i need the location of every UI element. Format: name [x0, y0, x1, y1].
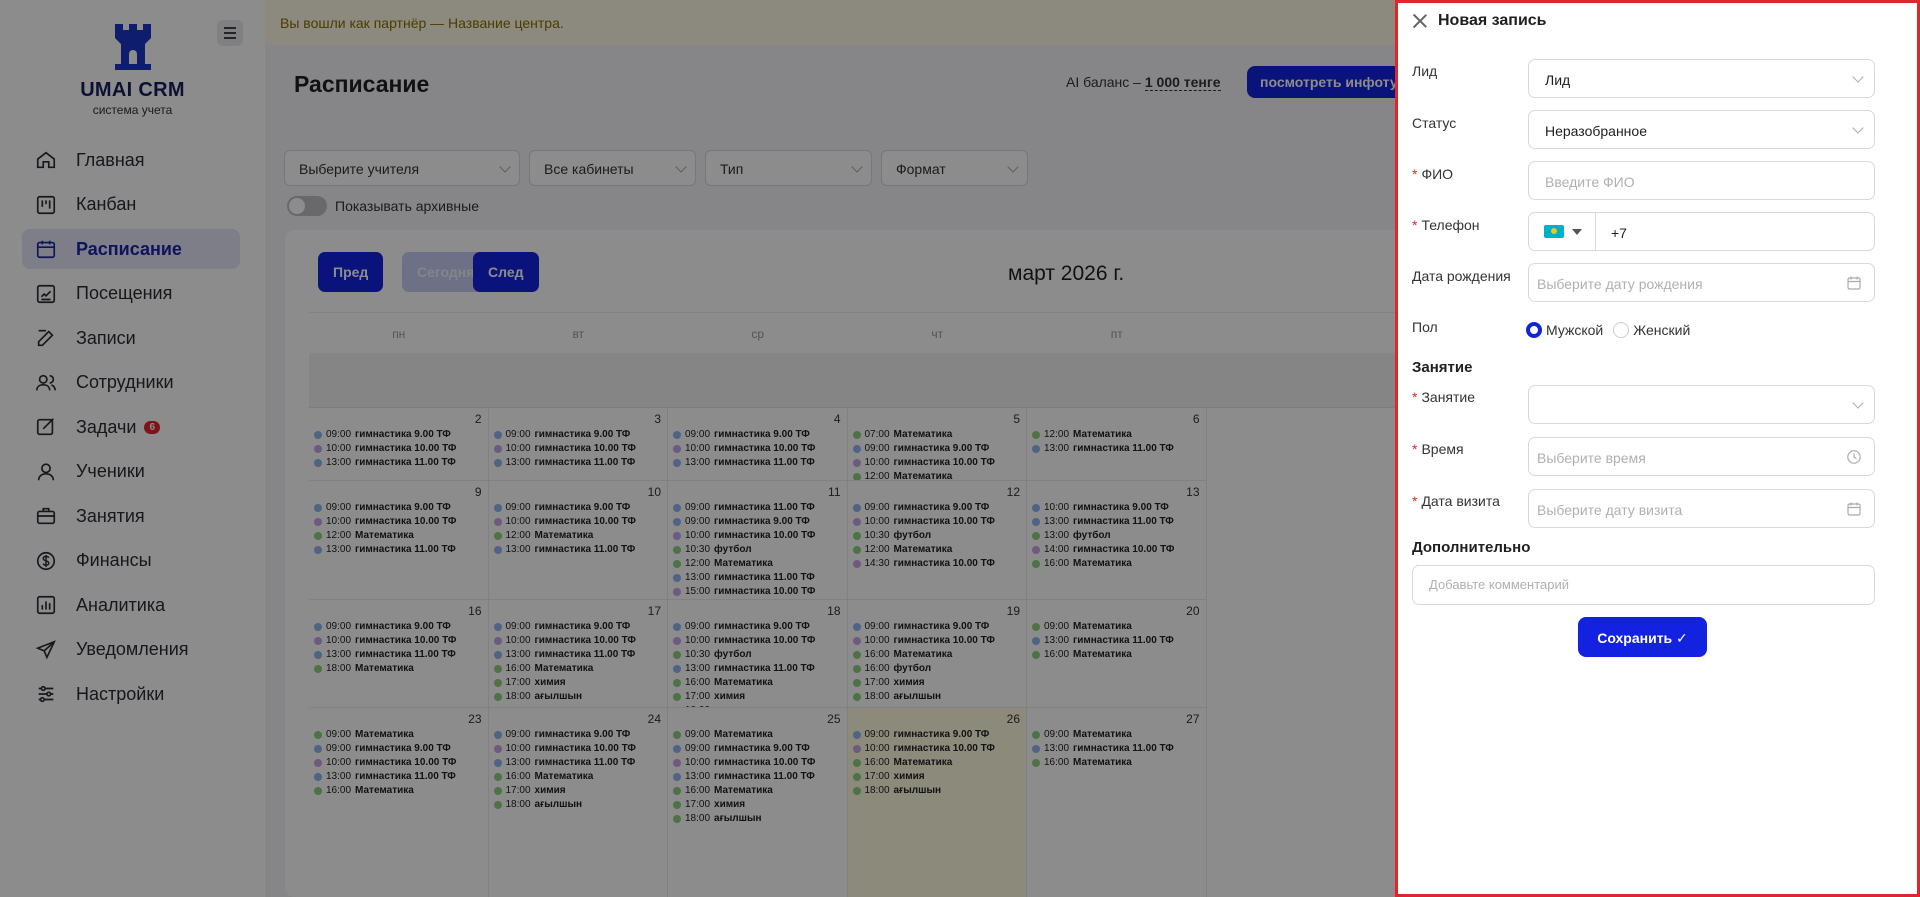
modal-overlay[interactable]: [0, 0, 1395, 897]
phone-label: * Телефон: [1412, 217, 1480, 233]
lesson-label: * Занятие: [1412, 389, 1476, 405]
time-label: * Время: [1412, 441, 1464, 457]
visit-label: * Дата визита: [1412, 493, 1500, 509]
chevron-down-icon: [1852, 397, 1864, 409]
status-label: Статус: [1412, 115, 1457, 131]
chevron-down-icon: [1852, 122, 1864, 134]
calendar-icon: [1847, 502, 1861, 516]
gender-radio-group: Мужской Женский: [1526, 322, 1690, 338]
close-icon[interactable]: [1412, 13, 1428, 29]
calendar-icon: [1847, 276, 1861, 290]
country-select[interactable]: [1529, 213, 1596, 250]
extra-section-title: Дополнительно: [1412, 539, 1531, 556]
panel-header: Новая запись: [1412, 12, 1547, 30]
lesson-select[interactable]: [1528, 385, 1875, 424]
lesson-section-title: Занятие: [1412, 359, 1473, 376]
male-radio[interactable]: [1526, 322, 1542, 338]
female-label[interactable]: Женский: [1633, 322, 1690, 338]
visit-date-picker[interactable]: Выберите дату визита: [1528, 489, 1875, 528]
fio-label: * ФИО: [1412, 166, 1454, 182]
fio-input[interactable]: Введите ФИО: [1528, 161, 1875, 200]
phone-input[interactable]: +7: [1528, 212, 1875, 251]
birthdate-picker[interactable]: Выберите дату рождения: [1528, 263, 1875, 302]
status-select[interactable]: Неразобранное: [1528, 110, 1875, 149]
male-label[interactable]: Мужской: [1546, 322, 1603, 338]
time-picker[interactable]: Выберите время: [1528, 437, 1875, 476]
gender-label: Пол: [1412, 319, 1438, 335]
clock-icon: [1847, 450, 1861, 464]
kz-flag-icon: [1544, 225, 1564, 238]
chevron-down-icon: [1852, 71, 1864, 83]
new-record-panel: Новая запись Лид Лид Статус Неразобранно…: [1395, 0, 1920, 897]
female-radio[interactable]: [1613, 322, 1630, 338]
save-button[interactable]: Сохранить ✓: [1578, 617, 1707, 657]
comment-textarea[interactable]: Добавьте комментарий: [1412, 565, 1875, 605]
birthdate-label: Дата рождения: [1412, 268, 1511, 284]
panel-title: Новая запись: [1438, 12, 1547, 29]
lead-select[interactable]: Лид: [1528, 59, 1875, 98]
caret-down-icon: [1572, 228, 1582, 235]
lead-label: Лид: [1412, 63, 1438, 79]
phone-value: +7: [1611, 225, 1627, 241]
